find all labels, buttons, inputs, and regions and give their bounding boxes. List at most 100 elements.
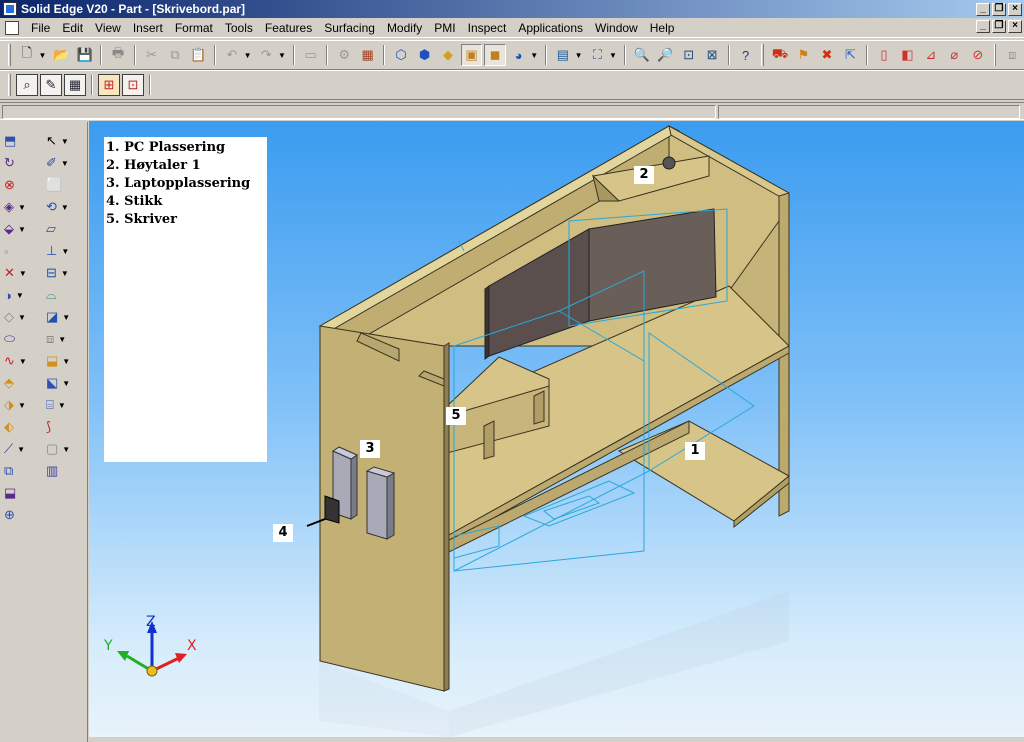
sketch-tool-dropdown-icon[interactable]: ▼ (17, 445, 25, 454)
normal-icon[interactable]: ⊥ ▼ (46, 240, 86, 262)
surface-icon[interactable]: ⬘ (4, 372, 44, 394)
sketch-icon[interactable]: ✎ (40, 74, 62, 96)
menu-inspect[interactable]: Inspect (462, 21, 513, 35)
solid-edge-app-icon[interactable] (3, 2, 17, 16)
pan-icon[interactable]: ⊠ (701, 44, 722, 66)
chamfer-icon[interactable]: ✕ ▼ (4, 262, 44, 284)
profile-icon[interactable]: ⊞ (98, 74, 120, 96)
offset-dropdown-icon[interactable]: ▼ (61, 269, 69, 278)
pattern-icon[interactable]: ⬗ ▼ (4, 394, 44, 416)
dome-icon[interactable]: ⌓ (46, 284, 86, 306)
plane-icon[interactable]: ⊿ (920, 44, 941, 66)
flag-icon[interactable]: ⚑ (793, 44, 814, 66)
mirror-icon[interactable]: ⬖ (4, 416, 44, 438)
graphics-window[interactable]: 1. PC Plassering 2. Høytaler 1 3. Laptop… (89, 121, 1024, 737)
menu-help[interactable]: Help (644, 21, 681, 35)
shade-icon[interactable]: ◼ (484, 44, 506, 66)
redo-dropdown-icon[interactable]: ▼ (278, 51, 286, 60)
draft-dropdown-icon[interactable]: ▼ (16, 291, 24, 300)
cut-icon[interactable]: ✂ (141, 44, 162, 66)
protrusion-icon[interactable]: ⬒ (4, 130, 44, 152)
fit-window-icon[interactable]: ⊡ (678, 44, 699, 66)
box-icon[interactable]: ⬜ (46, 174, 86, 196)
print-icon[interactable]: 🖶 (107, 44, 128, 66)
view-iso-icon[interactable]: ⬢ (414, 44, 435, 66)
redo-icon[interactable]: ↷ (256, 44, 277, 66)
new-icon[interactable]: 🗋 (16, 44, 37, 66)
menu-edit[interactable]: Edit (56, 21, 89, 35)
revolved-dropdown-icon[interactable]: ▼ (61, 203, 69, 212)
sketch-icon[interactable]: ✐ ▼ (46, 152, 86, 174)
menu-tools[interactable]: Tools (219, 21, 259, 35)
pattern-dropdown-icon[interactable]: ▼ (18, 401, 26, 410)
doc-restore-button[interactable]: ❐ (992, 20, 1006, 33)
copy-dropdown-icon[interactable]: ▼ (58, 335, 66, 344)
normal-dropdown-icon[interactable]: ▼ (61, 247, 69, 256)
body-icon[interactable]: ◧ (897, 44, 918, 66)
menu-window[interactable]: Window (589, 21, 644, 35)
helix-icon[interactable]: ⟆ (46, 416, 86, 438)
menu-applications[interactable]: Applications (512, 21, 589, 35)
undo-icon[interactable]: ↶ (221, 44, 242, 66)
sketch-dropdown-icon[interactable]: ▼ (61, 159, 69, 168)
split-icon[interactable]: ⬓ (4, 482, 44, 504)
sketch-zoom-icon[interactable]: ⌕ (16, 74, 38, 96)
measure-icon[interactable]: ⌀ (944, 44, 965, 66)
hide-icon[interactable]: ⊘ (967, 44, 988, 66)
fit-icon[interactable]: ⛶ (587, 44, 608, 66)
zoom-icon[interactable]: 🔎 (654, 44, 675, 66)
plane-tool-icon[interactable]: ▱ (46, 218, 86, 240)
web-dropdown-icon[interactable]: ▼ (58, 401, 66, 410)
menu-format[interactable]: Format (169, 21, 219, 35)
constraint-icon[interactable]: ⊡ (122, 74, 144, 96)
menu-pmi[interactable]: PMI (428, 21, 461, 35)
doc-minimize-button[interactable]: _ (976, 20, 990, 33)
lip-icon[interactable]: ⬕ ▼ (46, 372, 86, 394)
shade-visible-edges-icon[interactable]: ▣ (460, 44, 483, 66)
menu-features[interactable]: Features (259, 21, 318, 35)
revolved-icon[interactable]: ⟲ ▼ (46, 196, 86, 218)
save-icon[interactable]: 💾 (74, 44, 95, 66)
doc-close-button[interactable]: × (1008, 20, 1022, 33)
sphere-icon[interactable]: ◕ (508, 44, 529, 66)
move-icon[interactable]: ⇱ (840, 44, 861, 66)
sphere-dropdown-icon[interactable]: ▼ (530, 51, 538, 60)
display-dropdown-icon[interactable]: ▼ (575, 51, 583, 60)
display-icon[interactable]: ▤ (552, 44, 573, 66)
toolbar-grip[interactable] (993, 44, 997, 66)
fold-dropdown-icon[interactable]: ▼ (62, 357, 70, 366)
menu-file[interactable]: File (25, 21, 56, 35)
shell-icon[interactable]: ◪ ▼ (46, 306, 86, 328)
delete-icon[interactable]: ✖ (816, 44, 837, 66)
variable-icon[interactable]: ▦ (357, 44, 378, 66)
fit-dropdown-icon[interactable]: ▼ (609, 51, 617, 60)
assembly-icon[interactable]: ⛟ (769, 44, 790, 66)
menu-view[interactable]: View (89, 21, 127, 35)
web-icon[interactable]: ⌸ ▼ (46, 394, 86, 416)
layer-icon[interactable]: ⧈ (1001, 44, 1022, 66)
undo-dropdown-icon[interactable]: ▼ (244, 51, 252, 60)
cutout-icon[interactable]: ⊗ (4, 174, 44, 196)
toolbar-grip[interactable] (8, 44, 11, 66)
cube-icon[interactable]: ⬡ (390, 44, 411, 66)
part-copy-icon[interactable]: ⧉ (4, 460, 44, 482)
swept-icon[interactable]: ⬙ ▼ (4, 218, 44, 240)
restore-button[interactable]: ❐ (992, 2, 1006, 16)
sketch-tool-icon[interactable]: ⟋ ▼ (4, 438, 44, 460)
vent-dropdown-icon[interactable]: ▼ (62, 445, 70, 454)
library-icon[interactable]: ▥ (46, 460, 86, 482)
toolbar-grip[interactable] (761, 44, 765, 66)
attach-icon[interactable]: ⊕ (4, 504, 44, 526)
select-tool-icon[interactable]: ↖ ▼ (46, 130, 86, 152)
curve-dropdown-icon[interactable]: ▼ (19, 357, 27, 366)
toolbar-grip[interactable] (8, 74, 11, 96)
rib-icon[interactable]: ◇ ▼ (4, 306, 44, 328)
select-dropdown-icon[interactable]: ▼ (61, 137, 69, 146)
shaded-icon[interactable]: ◆ (437, 44, 458, 66)
sketch-grid-icon[interactable]: ▦ (64, 74, 86, 96)
help-icon[interactable]: ? (735, 44, 756, 66)
offset-icon[interactable]: ⊟ ▼ (46, 262, 86, 284)
desk-model[interactable] (306, 125, 790, 692)
paste-icon[interactable]: 📋 (188, 44, 209, 66)
open-icon[interactable]: 📂 (50, 44, 71, 66)
